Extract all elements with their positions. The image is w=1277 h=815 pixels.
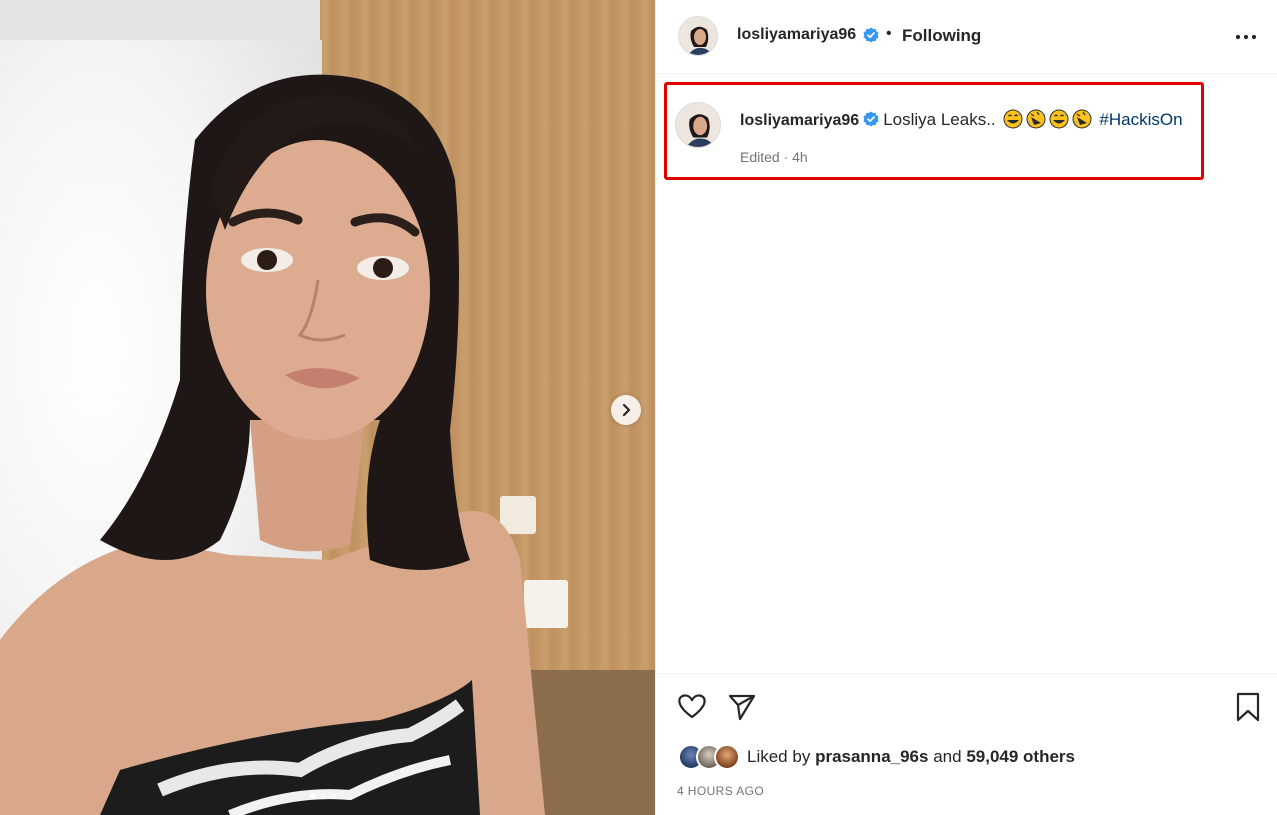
verified-badge-icon: [863, 27, 879, 43]
header-separator: •: [886, 25, 892, 42]
avatar-image: [679, 17, 717, 55]
rolling-laughing-emoji-icon: [1072, 109, 1092, 129]
carousel-next-button[interactable]: [611, 395, 641, 425]
rolling-laughing-emoji-icon: [1026, 109, 1046, 129]
caption-text: Losliya Leaks..: [883, 110, 996, 129]
heart-icon[interactable]: [676, 690, 708, 722]
more-options-icon[interactable]: [1234, 27, 1258, 47]
post-details-panel: losliyamariya96 • Following losliyamariy…: [655, 0, 1277, 815]
verified-badge-icon: [863, 111, 879, 127]
author-username[interactable]: losliyamariya96: [737, 26, 856, 44]
carousel-dot-active: [310, 793, 316, 799]
post-media[interactable]: [0, 0, 655, 815]
actions-divider: [656, 673, 1277, 674]
likes-prefix: Liked by: [747, 747, 811, 766]
carousel-dot: [330, 793, 336, 799]
carousel-dot: [320, 793, 326, 799]
caption-hashtag-link[interactable]: #HackisOn: [1099, 110, 1182, 129]
liker-avatar[interactable]: [714, 744, 740, 770]
post-timestamp[interactable]: 4 HOURS AGO: [677, 784, 764, 798]
author-avatar[interactable]: [678, 16, 718, 56]
caption-author-avatar[interactable]: [675, 102, 721, 148]
bookmark-icon[interactable]: [1234, 691, 1262, 723]
post-header: losliyamariya96 • Following: [656, 0, 1277, 74]
avatar-image: [676, 103, 720, 147]
first-liker-link[interactable]: prasanna_96s: [815, 747, 928, 766]
likes-conjunction: and: [933, 747, 962, 766]
caption-username[interactable]: losliyamariya96: [740, 112, 859, 129]
chevron-right-icon: [622, 403, 631, 417]
paper-plane-icon[interactable]: [726, 690, 758, 722]
likes-text: Liked by prasanna_96s and 59,049 others: [747, 747, 1075, 767]
grinning-sweat-emoji-icon: [1003, 109, 1023, 129]
caption-highlight: losliyamariya96 Losliya Leaks.. #HackisO…: [664, 82, 1204, 180]
carousel-indicator: [310, 793, 336, 799]
likes-others-link[interactable]: 59,049 others: [966, 747, 1075, 766]
following-button[interactable]: Following: [902, 26, 981, 46]
likes-summary: Liked by prasanna_96s and 59,049 others: [678, 744, 1075, 770]
grinning-sweat-emoji-icon: [1049, 109, 1069, 129]
caption-meta: Edited · 4h: [740, 149, 808, 165]
caption: losliyamariya96 Losliya Leaks.. #HackisO…: [740, 109, 1183, 130]
post-photo-person: [0, 74, 545, 815]
